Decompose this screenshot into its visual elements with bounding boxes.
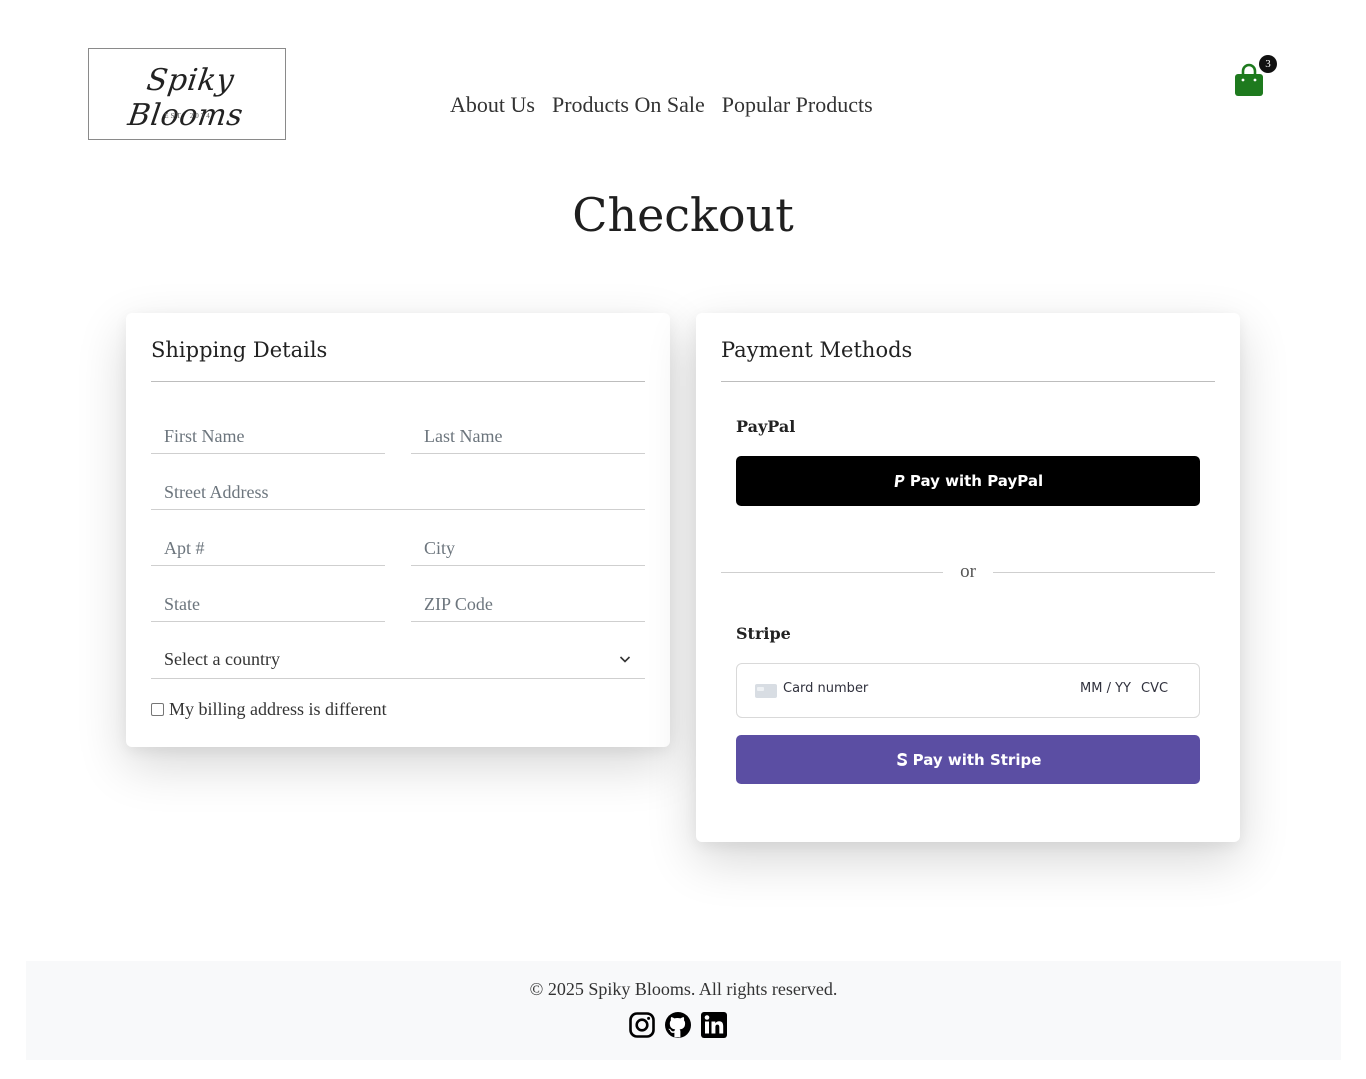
country-select[interactable]: Select a country [151,643,645,679]
pay-with-paypal-button[interactable]: Pay with PayPal [736,456,1200,506]
divider [151,381,645,382]
payment-title: Payment Methods [721,338,913,362]
stripe-label: Stripe [736,624,791,643]
divider [721,572,943,573]
github-icon[interactable] [664,1011,692,1039]
shipping-details-card: Shipping Details Select a country My bil… [126,313,670,747]
nav-popular-products[interactable]: Popular Products [722,92,873,118]
page-title: Checkout [572,188,794,242]
logo-script-text: Spiky Blooms [125,63,246,133]
nav-products-on-sale[interactable]: Products On Sale [552,92,705,118]
card-number-placeholder[interactable]: Card number [783,681,868,696]
divider [721,381,1215,382]
last-name-input[interactable] [411,420,645,454]
chevron-down-icon [619,656,631,663]
city-input[interactable] [411,532,645,566]
credit-card-icon [755,684,777,698]
pay-with-stripe-button[interactable]: Pay with Stripe [736,735,1200,784]
nav-about-us[interactable]: About Us [450,92,535,118]
country-select-value: Select a country [164,649,280,669]
billing-different-checkbox[interactable] [151,703,164,716]
street-address-input[interactable] [151,476,645,510]
expiry-placeholder[interactable]: MM / YY [1080,681,1131,696]
logo-est-text: EST. 2024 [164,112,212,120]
paypal-icon [894,474,905,487]
paypal-label: PayPal [736,417,796,436]
billing-different-label: My billing address is different [169,699,387,719]
copyright-text: © 2025 Spiky Blooms. All rights reserved… [529,979,838,999]
cart-count-badge: 3 [1259,55,1277,73]
first-name-input[interactable] [151,420,385,454]
social-links [628,1011,728,1039]
main-nav: About Us Products On Sale Popular Produc… [450,92,873,118]
stripe-button-label: Pay with Stripe [912,750,1042,769]
cart-button[interactable]: 3 [1234,55,1280,100]
shipping-title: Shipping Details [151,338,328,362]
site-logo[interactable]: Spiky Blooms EST. 2024 [88,48,286,140]
card-details-input[interactable]: Card number MM / YY CVC [736,663,1200,718]
zip-code-input[interactable] [411,588,645,622]
apt-input[interactable] [151,532,385,566]
paypal-button-label: Pay with PayPal [909,472,1044,490]
instagram-icon[interactable] [628,1011,656,1039]
divider [993,572,1215,573]
stripe-icon [897,753,907,766]
state-input[interactable] [151,588,385,622]
cvc-placeholder[interactable]: CVC [1141,681,1168,696]
billing-different-option[interactable]: My billing address is different [151,699,387,720]
linkedin-icon[interactable] [700,1011,728,1039]
site-footer: © 2025 Spiky Blooms. All rights reserved… [26,961,1341,1060]
or-separator: or [960,561,976,582]
payment-methods-card: Payment Methods PayPal Pay with PayPal o… [696,313,1240,842]
